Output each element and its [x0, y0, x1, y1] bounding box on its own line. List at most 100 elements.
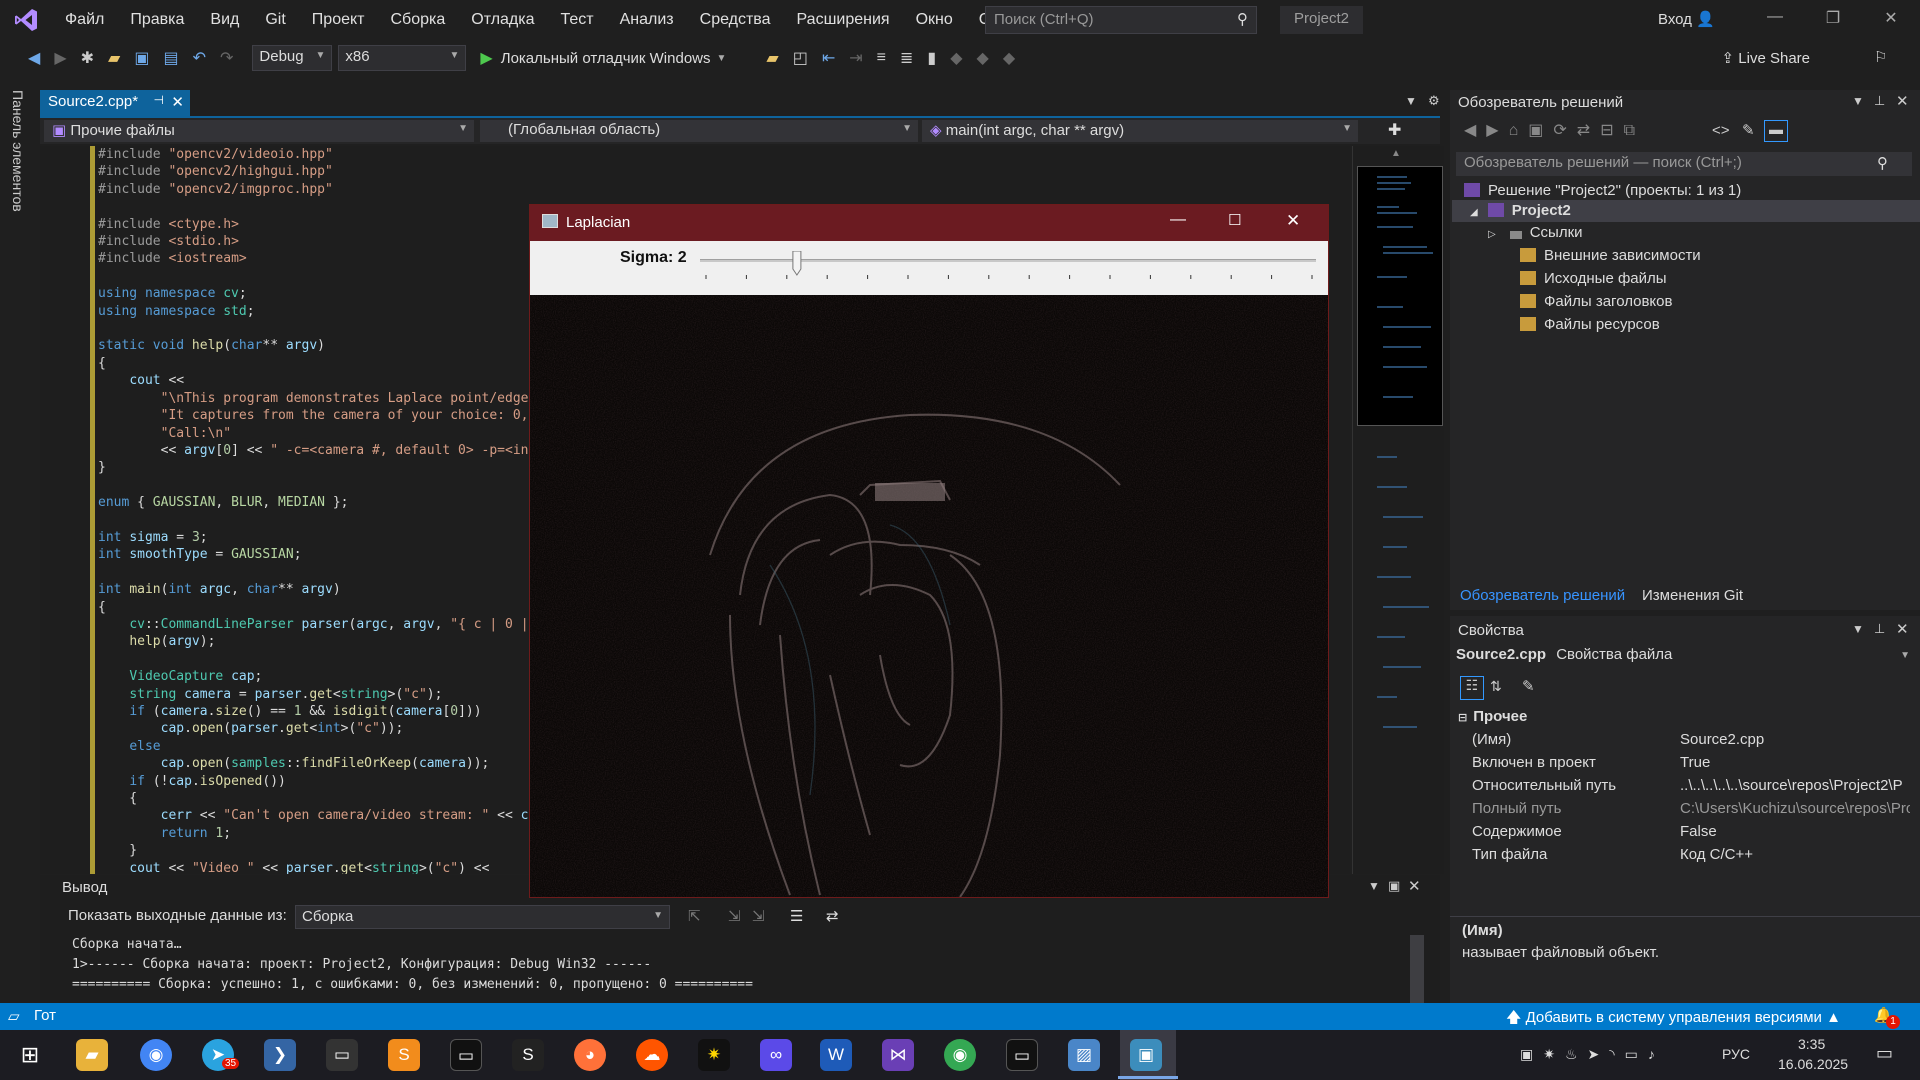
laplacian-taskbar-icon[interactable]: ▣ [1130, 1039, 1162, 1071]
tray-icons[interactable]: ▣✷♨➤◝▭♪ [1520, 1046, 1665, 1063]
close-icon[interactable]: ✕ [1866, 8, 1916, 28]
input-language[interactable]: РУС [1722, 1046, 1750, 1062]
lap-minimize-icon[interactable]: — [1170, 211, 1186, 229]
restore-icon[interactable]: ❐ [1808, 8, 1858, 28]
laplacian-window[interactable]: Laplacian — ☐ ✕ Sigma: 2 [529, 204, 1329, 898]
folder-icon[interactable]: ▰ [766, 48, 778, 68]
platform-dropdown[interactable]: x86 ▼ [338, 45, 467, 71]
save-all-icon[interactable]: ▤ [163, 48, 178, 68]
live-share-button[interactable]: ⇪ Live Share [1722, 49, 1810, 67]
windows-start-icon[interactable]: ⊞ [14, 1039, 46, 1071]
step-over-icon[interactable]: ⇥ [849, 48, 862, 68]
browser-icon[interactable]: ◰ [793, 48, 808, 68]
toolbox-rail[interactable]: Панель элементов [0, 86, 36, 1006]
close-panel-icon[interactable]: ✕ [1408, 877, 1421, 895]
goto-prev-icon[interactable]: ⇱ [688, 907, 701, 925]
powershell-icon[interactable]: ❯ [264, 1039, 296, 1071]
clear-all-icon[interactable]: ☰ [790, 907, 803, 925]
minimize-icon[interactable]: — [1750, 8, 1800, 26]
steam-icon[interactable]: S [512, 1039, 544, 1071]
scroll-up-icon[interactable]: ▲ [1391, 148, 1401, 159]
tab-list-icon[interactable]: ▼ [1405, 94, 1417, 108]
vpn-icon[interactable]: ∞ [760, 1039, 792, 1071]
menu-test[interactable]: Тест [548, 0, 607, 40]
visual-studio-taskbar-icon[interactable]: ⋈ [882, 1039, 914, 1071]
open-folder-icon[interactable]: ▰ [108, 48, 120, 68]
goto-next-icon[interactable]: ⇲ [728, 907, 741, 925]
pin-icon[interactable]: ⊣ [154, 93, 164, 107]
menu-view[interactable]: Вид [197, 0, 252, 40]
se-dropdown-icon[interactable]: ▼ [1852, 94, 1864, 108]
console-icon[interactable]: ▭ [450, 1039, 482, 1071]
terminal-icon[interactable]: ▭ [326, 1039, 358, 1071]
props-category[interactable]: ⊟ Прочее [1458, 708, 1527, 725]
props-close-icon[interactable]: ✕ [1896, 620, 1909, 638]
chrome-icon[interactable]: ◉ [140, 1039, 172, 1071]
tree-item-external-deps[interactable]: Внешние зависимости [1520, 247, 1701, 264]
split-icon[interactable]: ✚ [1388, 120, 1401, 140]
redo-icon[interactable]: ↷ [220, 48, 233, 68]
start-debugging-button[interactable]: ▶ Локальный отладчик Windows ▼ [480, 48, 726, 68]
next-bookmark-icon[interactable]: ◆ [977, 48, 989, 68]
add-to-source-control-button[interactable]: 🡅 Добавить в систему управления версиями… [1506, 1007, 1841, 1032]
tree-item-source-files[interactable]: Исходные файлы [1520, 270, 1667, 287]
tab-source2[interactable]: Source2.cpp* ⊣ ✕ [40, 90, 190, 116]
tab-solution-explorer[interactable]: Обозреватель решений [1460, 587, 1625, 604]
menu-build[interactable]: Сборка [378, 0, 459, 40]
property-pages-icon[interactable]: ✎ [1522, 677, 1535, 695]
slider-thumb[interactable] [792, 251, 802, 276]
firefox-icon[interactable]: ◕ [574, 1039, 606, 1071]
menu-analyze[interactable]: Анализ [607, 0, 687, 40]
action-center-icon[interactable]: ▭ [1876, 1043, 1893, 1064]
word-icon[interactable]: W [820, 1039, 852, 1071]
menu-window[interactable]: Окно [903, 0, 966, 40]
uncomment-icon[interactable]: ≣ [900, 48, 913, 68]
sun-app-icon[interactable]: ✷ [698, 1039, 730, 1071]
undo-icon[interactable]: ↶ [193, 48, 206, 68]
output-source-dropdown[interactable]: Сборка ▼ [295, 905, 670, 929]
menu-file[interactable]: Файл [52, 0, 117, 40]
word-wrap-icon[interactable]: ⇄ [826, 907, 839, 925]
settings-icon[interactable]: ⚙ [1428, 93, 1440, 109]
feedback-icon[interactable]: ⚐ [1874, 48, 1887, 66]
props-row[interactable]: (Имя) Source2.cpp [1464, 731, 1914, 753]
tree-item-resource-files[interactable]: Файлы ресурсов [1520, 316, 1660, 333]
properties-object-selector[interactable]: Source2.cpp Свойства файла ▼ [1456, 646, 1914, 670]
se-properties-icon[interactable]: ✎ [1742, 121, 1755, 139]
props-dropdown-icon[interactable]: ▼ [1852, 622, 1864, 636]
code-content[interactable]: #include "opencv2/videoio.hpp" #include … [98, 146, 560, 874]
se-search-input[interactable]: Обозреватель решений — поиск (Ctrl+;) ⚲ [1456, 152, 1912, 176]
project-node[interactable]: ◢ Project2 [1470, 202, 1571, 219]
save-icon[interactable]: ▣ [134, 48, 149, 68]
laplacian-titlebar[interactable]: Laplacian — ☐ ✕ [530, 205, 1328, 241]
clock-date[interactable]: 16.06.2025 [1778, 1056, 1848, 1072]
menu-project[interactable]: Проект [299, 0, 378, 40]
signin-button[interactable]: Вход 👤 [1658, 10, 1715, 28]
search-input[interactable]: Поиск (Ctrl+Q) ⚲ [985, 6, 1257, 34]
se-close-icon[interactable]: ✕ [1896, 92, 1909, 110]
alphabetical-icon[interactable]: ⇅ [1490, 678, 1502, 695]
step-icon[interactable]: ⇤ [822, 48, 835, 68]
close-tab-icon[interactable]: ✕ [171, 93, 184, 111]
props-row[interactable]: Тип файла Код C/C++ [1464, 846, 1914, 868]
output-dropdown-icon[interactable]: ▼ [1368, 879, 1380, 893]
forward-icon[interactable]: ▶ [54, 48, 66, 68]
cmd-icon[interactable]: ▭ [1006, 1039, 1038, 1071]
lap-close-icon[interactable]: ✕ [1286, 211, 1300, 231]
categorized-icon[interactable]: ☷ [1460, 676, 1484, 700]
menu-git[interactable]: Git [252, 0, 298, 40]
tree-item-header-files[interactable]: Файлы заголовков [1520, 293, 1672, 310]
tab-git-changes[interactable]: Изменения Git [1642, 587, 1743, 604]
nav-member-dropdown[interactable]: ◈ main(int argc, char ** argv) ▼ [922, 120, 1358, 142]
props-row[interactable]: Содержимое False [1464, 823, 1914, 845]
se-pin-icon[interactable]: ⊥ [1874, 93, 1885, 109]
tree-item-references[interactable]: ▷ Ссылки [1488, 224, 1583, 241]
se-code-icon[interactable]: <> [1712, 122, 1730, 139]
bookmark-icon[interactable]: ▮ [927, 48, 936, 68]
props-row[interactable]: Относительный путь ..\..\..\..\..\source\… [1464, 777, 1914, 799]
props-pin-icon[interactable]: ⊥ [1874, 621, 1885, 637]
find-icon[interactable]: ⇲ [752, 907, 765, 925]
se-preview-icon[interactable]: ▬ [1764, 120, 1788, 142]
menu-extensions[interactable]: Расширения [784, 0, 903, 40]
props-row[interactable]: Включен в проект True [1464, 754, 1914, 776]
